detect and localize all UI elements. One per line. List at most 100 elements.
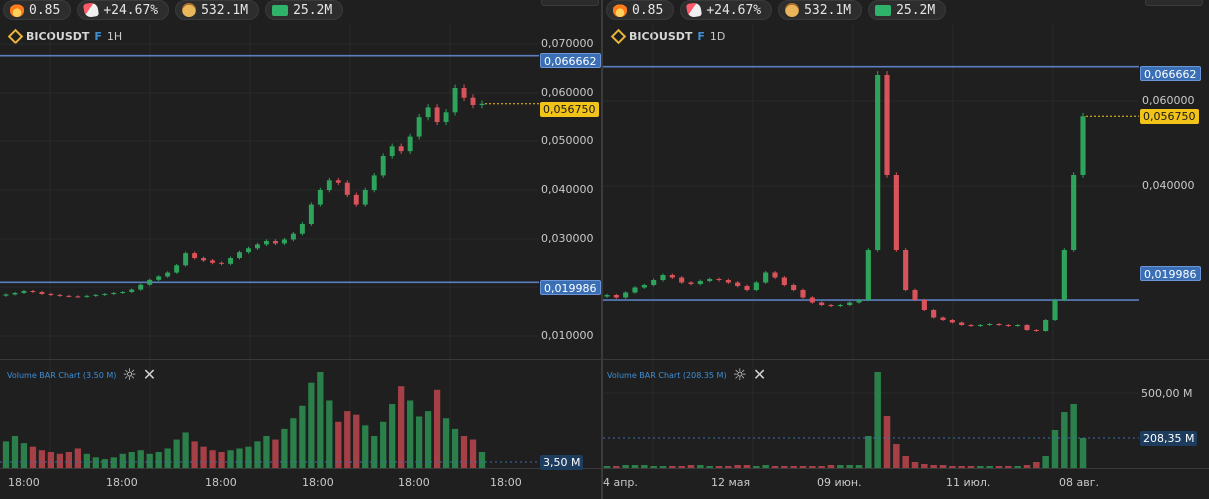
candle-body — [407, 136, 413, 152]
candle-body — [1043, 320, 1049, 331]
price-axis-tick: 0,060000 — [541, 86, 594, 99]
volume-bar — [101, 459, 108, 468]
candle-body — [940, 317, 946, 320]
candle-body — [819, 302, 825, 305]
candle-body — [837, 305, 843, 306]
candle-body — [39, 292, 45, 294]
volume-bar — [415, 416, 423, 468]
candle-body — [281, 239, 287, 244]
time-axis-tick: 18:00 — [398, 476, 430, 489]
candle-body — [604, 295, 610, 297]
volume-bar — [56, 453, 64, 468]
candle-body — [219, 262, 225, 264]
candle-body — [809, 297, 815, 303]
candle-body — [470, 97, 476, 105]
candle-body — [660, 275, 666, 280]
volume-bar — [1079, 438, 1087, 468]
chart-panel-left[interactable]: 0.85 +24.67% 532.1M 25.2M BICOUSDT F 1H … — [0, 0, 601, 499]
time-axis-tick: 12 мая — [711, 476, 751, 489]
candle-body — [707, 279, 713, 281]
volume-bar — [460, 436, 468, 468]
price-axis-tick: 0,070000 — [541, 37, 594, 50]
price-axis-tick: 0,060000 — [1142, 94, 1195, 107]
level-high-label: 0,066662 — [540, 53, 601, 68]
volume-bar — [1042, 456, 1049, 468]
price-chart-right[interactable] — [603, 0, 1209, 499]
candle-body — [781, 277, 787, 285]
candle-body — [3, 294, 9, 296]
settings-sun-icon[interactable]: ☼ — [122, 367, 136, 383]
volume-bar — [442, 418, 450, 468]
close-icon[interactable]: ✕ — [143, 367, 156, 383]
candle-body — [362, 190, 368, 205]
volume-bar — [389, 404, 396, 468]
volume-indicator-header: Volume BAR Chart (3.50 M) ☼ ✕ — [7, 367, 156, 383]
settings-sun-icon[interactable]: ☼ — [733, 367, 747, 383]
time-axis-tick: 09 июн. — [817, 476, 862, 489]
candle-body — [380, 156, 386, 176]
candle-body — [921, 300, 927, 310]
volume-bar — [146, 453, 153, 468]
volume-bar — [1051, 430, 1059, 468]
candle-body — [903, 250, 909, 290]
candle-body — [479, 103, 485, 105]
volume-bar — [200, 446, 207, 468]
volume-bar — [344, 411, 351, 468]
candle-body — [228, 258, 233, 264]
candle-body — [716, 279, 722, 280]
volume-bar — [433, 389, 441, 468]
time-axis-tick: 18:00 — [205, 476, 237, 489]
volume-bar — [173, 439, 180, 468]
price-axis-tick: 0,040000 — [1142, 179, 1195, 192]
level-low-label: 0,019986 — [540, 280, 601, 295]
candle-body — [237, 252, 242, 258]
candle-body — [425, 107, 431, 118]
volume-bar — [317, 372, 324, 468]
volume-title: Volume BAR Chart (208.35 M) — [607, 370, 727, 380]
candle-body — [102, 293, 108, 295]
candle-body — [308, 204, 314, 224]
volume-bar — [20, 443, 28, 468]
candle-body — [120, 292, 126, 293]
volume-bar — [902, 456, 909, 468]
volume-bar — [335, 421, 342, 468]
volume-bar — [227, 450, 234, 468]
candle-body — [129, 289, 135, 292]
close-icon[interactable]: ✕ — [753, 367, 766, 383]
volume-bar — [128, 452, 135, 468]
candle-body — [977, 325, 983, 326]
time-axis-tick: 11 июл. — [946, 476, 991, 489]
candle-body — [1005, 325, 1011, 326]
candle-body — [623, 292, 629, 298]
candle-body — [1033, 330, 1039, 331]
volume-bar — [883, 416, 891, 468]
volume-bar — [119, 453, 126, 468]
time-axis-tick: 18:00 — [490, 476, 522, 489]
candle-body — [147, 279, 153, 285]
candle-body — [753, 282, 759, 290]
candle-body — [299, 224, 305, 234]
candle-body — [1024, 325, 1030, 330]
candle-body — [744, 286, 750, 290]
chart-panel-right[interactable]: 0.85 +24.67% 532.1M 25.2M BICOUSDT F 1D … — [603, 0, 1209, 499]
price-chart-left[interactable] — [0, 0, 601, 499]
candle-body — [246, 248, 251, 253]
pane-separator[interactable] — [603, 359, 1209, 360]
candle-body — [763, 272, 769, 283]
candle-body — [1061, 250, 1067, 300]
pane-separator[interactable] — [0, 359, 601, 360]
candle-body — [272, 241, 278, 244]
candle-body — [210, 260, 216, 263]
candle-body — [800, 290, 806, 298]
candle-body — [884, 75, 890, 175]
candle-body — [156, 276, 162, 280]
candle-body — [75, 296, 81, 298]
volume-axis-tick: 500,00 M — [1141, 387, 1193, 400]
candle-body — [987, 324, 993, 325]
candle-body — [912, 290, 918, 300]
volume-bar — [308, 382, 315, 468]
candle-body — [931, 310, 937, 318]
candle-body — [1080, 116, 1086, 175]
candle-body — [651, 280, 657, 285]
candle-body — [875, 75, 881, 250]
